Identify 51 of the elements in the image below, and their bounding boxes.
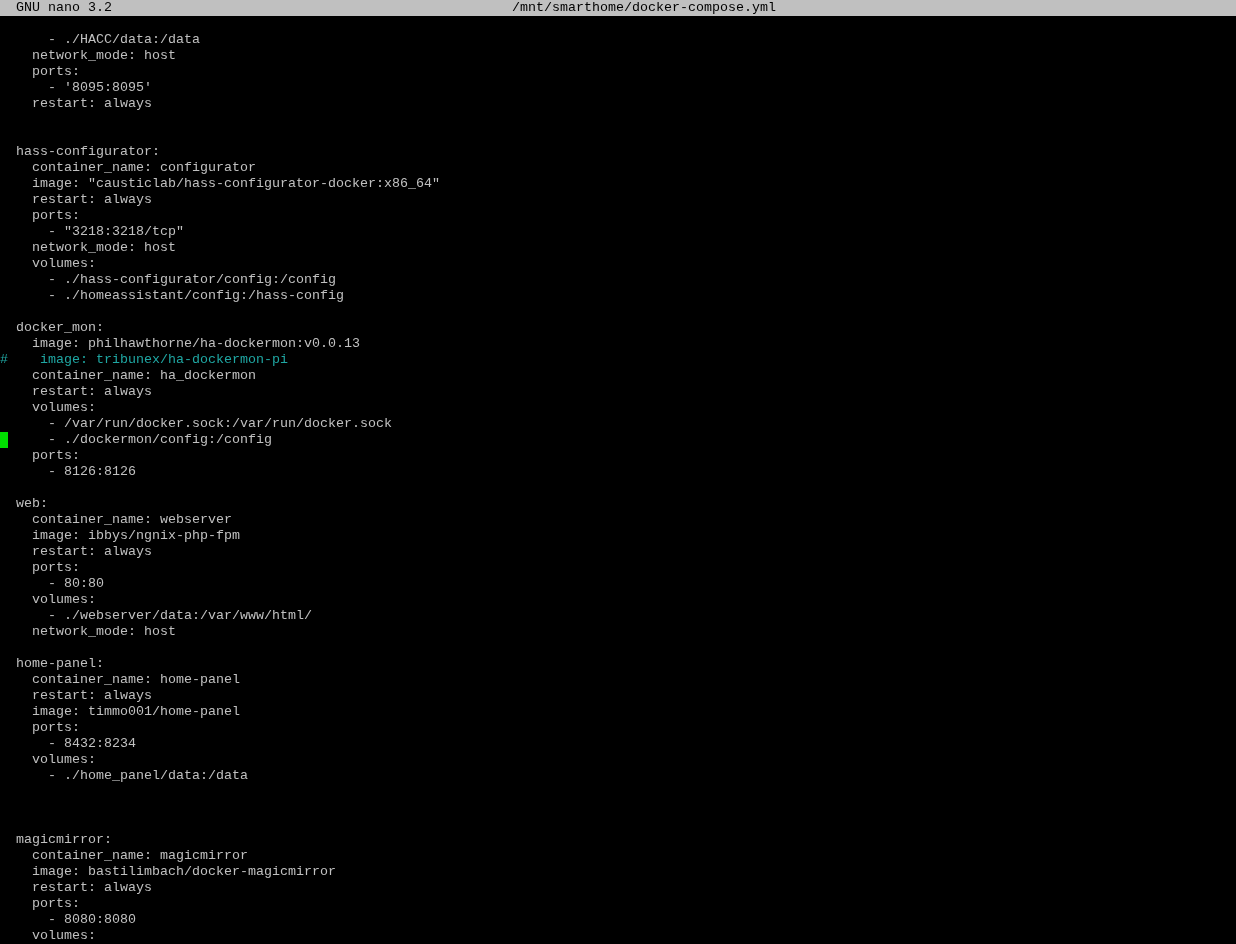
comment-line: # image: tribunex/ha-dockermon-pi [0, 352, 288, 368]
code-line: ports: [31, 560, 80, 576]
code-line: container_name: home-panel [31, 672, 240, 688]
code-line: magicmirror: [15, 832, 112, 848]
code-line: volumes: [31, 256, 96, 272]
code-line: container_name: magicmirror [31, 848, 248, 864]
code-line: ports: [31, 64, 80, 80]
code-line: volumes: [31, 752, 96, 768]
code-line: restart: always [31, 688, 152, 704]
code-line: - ./hass-configurator/config:/config [47, 272, 336, 288]
code-line: restart: always [31, 384, 152, 400]
code-line: - "3218:3218/tcp" [47, 224, 184, 240]
code-line: image: timmo001/home-panel [31, 704, 240, 720]
code-line: hass-configurator: [15, 144, 160, 160]
code-line: image: ibbys/ngnix-php-fpm [31, 528, 240, 544]
code-line: - ./homeassistant/config:/hass-config [47, 288, 344, 304]
code-line: - 8080:8080 [47, 912, 136, 928]
code-line: network_mode: host [31, 624, 176, 640]
code-line: network_mode: host [31, 48, 176, 64]
code-line: image: "causticlab/hass-configurator-docker:x86_64" [31, 176, 440, 192]
code-line: volumes: [31, 400, 96, 416]
code-line: ports: [31, 896, 80, 912]
code-line: restart: always [31, 96, 152, 112]
app-version: GNU nano 3.2 [16, 0, 112, 16]
code-line: restart: always [31, 544, 152, 560]
code-line: docker_mon: [15, 320, 104, 336]
code-line: ports: [31, 208, 80, 224]
code-line: home-panel: [15, 656, 104, 672]
code-line: - '8095:8095' [47, 80, 152, 96]
code-line: network_mode: host [31, 240, 176, 256]
code-line: - 8432:8234 [47, 736, 136, 752]
code-line: volumes: [31, 928, 96, 944]
code-line: container_name: webserver [31, 512, 232, 528]
code-line: - 8126:8126 [47, 464, 136, 480]
code-line: ports: [31, 448, 80, 464]
code-line: ports: [31, 720, 80, 736]
code-line: - /var/run/docker.sock:/var/run/docker.sock [47, 416, 392, 432]
code-line: restart: always [31, 880, 152, 896]
code-line: - ./HACC/data:/data [47, 32, 200, 48]
code-line: image: philhawthorne/ha-dockermon:v0.0.13 [31, 336, 360, 352]
code-line: - 80:80 [47, 576, 104, 592]
code-line: container_name: configurator [31, 160, 256, 176]
code-line: - ./webserver/data:/var/www/html/ [47, 608, 312, 624]
code-line: - ./home_panel/data:/data [47, 768, 248, 784]
code-line: volumes: [31, 592, 96, 608]
file-path: /mnt/smarthome/docker-compose.yml [512, 0, 776, 16]
code-line: container_name: ha_dockermon [31, 368, 256, 384]
code-line: image: bastilimbach/docker-magicmirror [31, 864, 336, 880]
code-line: restart: always [31, 192, 152, 208]
code-line: web: [15, 496, 48, 512]
code-line: - ./dockermon/config:/config [47, 432, 272, 448]
